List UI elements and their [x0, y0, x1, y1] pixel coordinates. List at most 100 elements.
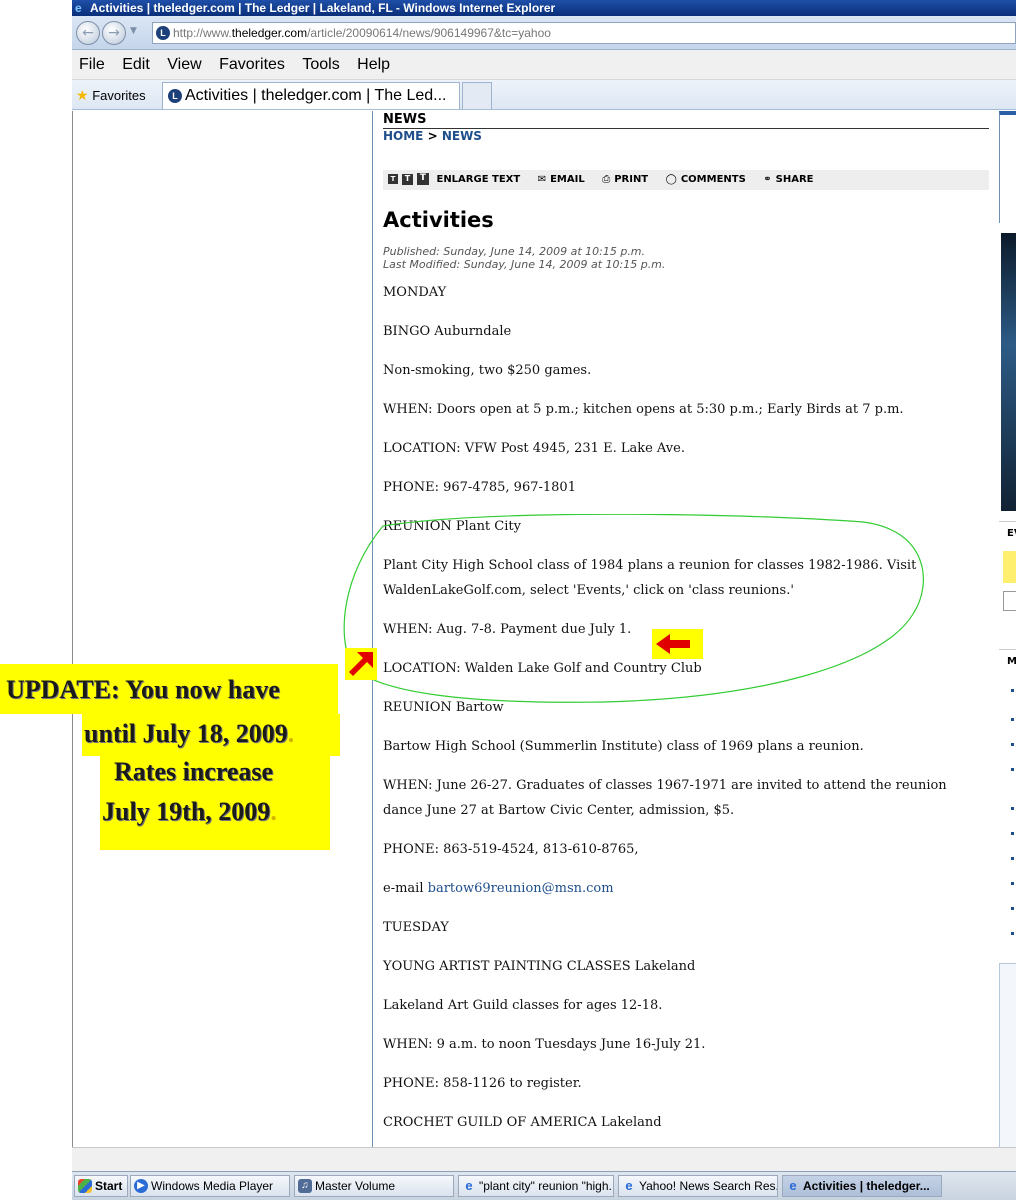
most-list-label: M [1007, 656, 1016, 667]
text-size-medium-button[interactable]: T [402, 173, 413, 185]
list-bullet-icon [1011, 832, 1014, 835]
article-dates: Published: Sunday, June 14, 2009 at 10:1… [383, 245, 989, 271]
url-prefix: http://www. [173, 26, 232, 40]
comments-button[interactable]: ◯ COMMENTS [666, 170, 746, 190]
recent-pages-dropdown-icon[interactable]: ▼ [130, 26, 137, 36]
up-right-arrow-icon [349, 652, 373, 676]
favorites-bar: ★ Favorites L Activities | theledger.com… [72, 80, 1016, 110]
email-button[interactable]: ✉ EMAIL [538, 170, 585, 190]
text-size-small-button[interactable]: T [388, 174, 398, 184]
text-size-large-button[interactable]: T [417, 173, 429, 185]
address-toolbar: ← → ▼ Lhttp://www.theledger.com/article/… [72, 16, 1016, 50]
window-title-bar: e Activities | theledger.com | The Ledge… [72, 0, 1016, 16]
right-sidebar-ad [999, 963, 1016, 1147]
start-button[interactable]: Start [74, 1175, 128, 1197]
back-button[interactable]: ← [76, 21, 100, 45]
volume-icon: ♫ [298, 1179, 312, 1193]
url-path: /article/20090614/news/906149967&tc=yaho… [307, 26, 551, 40]
list-bullet-icon [1011, 718, 1014, 721]
update-line-2: until July 18, 2009. [82, 714, 340, 756]
right-sidebar-box [999, 111, 1016, 223]
body-paragraph: PHONE: 967-4785, 967-1801 [383, 480, 576, 495]
taskbar-item-label: "plant city" reunion "high... [479, 1179, 614, 1193]
email-paragraph: e-mail bartow69reunion@msn.com [383, 876, 983, 901]
modified-date: Last Modified: Sunday, June 14, 2009 at … [383, 258, 666, 271]
update-line-4-text: July 19th, 2009 [102, 797, 271, 826]
update-line-3: Rates increase July 19th, 2009. [100, 756, 330, 850]
breadcrumb: HOME > NEWS [383, 129, 989, 143]
taskbar-item-media-player[interactable]: ▶ Windows Media Player [130, 1175, 290, 1197]
page-content: NEWS HOME > NEWS TTT ENLARGE TEXT ✉ EMAIL… [72, 111, 1016, 1147]
tab-title: Activities | theledger.com | The Led... [185, 87, 447, 104]
body-paragraph: CROCHET GUILD OF AMERICA Lakeland [383, 1115, 662, 1130]
menu-tools[interactable]: Tools [296, 50, 345, 80]
list-bullet-icon [1011, 689, 1014, 692]
printer-icon: ⎙ [602, 174, 611, 185]
breadcrumb-news-link[interactable]: NEWS [442, 129, 482, 143]
share-icon: ⚭ [763, 174, 772, 185]
email-prefix: e-mail [383, 881, 424, 896]
article-title: Activities [383, 208, 494, 232]
ie-icon: e [625, 1178, 633, 1193]
url-domain: theledger.com [231, 26, 308, 40]
events-search-input[interactable] [1003, 591, 1016, 611]
body-paragraph: PHONE: 858-1126 to register. [383, 1076, 582, 1091]
favorites-button[interactable]: ★ Favorites [76, 86, 146, 105]
taskbar-item-label: Activities | theledger... [803, 1179, 930, 1193]
ie-icon: e [465, 1178, 473, 1193]
taskbar-item-yahoo[interactable]: e Yahoo! News Search Res... [618, 1175, 778, 1197]
menu-favorites[interactable]: Favorites [213, 50, 291, 80]
url-input[interactable]: Lhttp://www.theledger.com/article/200906… [152, 22, 1016, 44]
update-line-2-text: until July 18, 2009 [84, 719, 288, 748]
taskbar: Start ▶ Windows Media Player ♫ Master Volu… [72, 1171, 1016, 1200]
share-button[interactable]: ⚭ SHARE [763, 170, 813, 190]
list-bullet-icon [1011, 882, 1014, 885]
menu-help[interactable]: Help [351, 50, 396, 80]
forward-button[interactable]: → [102, 21, 126, 45]
body-paragraph: WHEN: June 26-27. Graduates of classes 1… [383, 778, 947, 818]
email-link[interactable]: bartow69reunion@msn.com [428, 881, 614, 896]
body-paragraph: REUNION Plant City [383, 519, 521, 534]
site-favicon-icon: L [156, 26, 170, 40]
update-line-2-period: . [287, 719, 295, 748]
ie-logo-icon: e [75, 1, 82, 15]
body-paragraph: REUNION Bartow [383, 700, 504, 715]
taskbar-item-label: Yahoo! News Search Res... [639, 1179, 778, 1193]
list-bullet-icon [1011, 857, 1014, 860]
menu-edit[interactable]: Edit [116, 50, 156, 80]
enlarge-text-button[interactable]: ENLARGE TEXT [436, 170, 520, 190]
email-label: EMAIL [550, 174, 585, 185]
status-bar [72, 1147, 1016, 1171]
update-line-1-rest: : You now have [110, 675, 280, 704]
events-widget: EV [999, 521, 1016, 631]
taskbar-item-search[interactable]: e "plant city" reunion "high... [458, 1175, 614, 1197]
breadcrumb-home-link[interactable]: HOME [383, 129, 423, 143]
body-paragraph: WHEN: 9 a.m. to noon Tuesdays June 16-Ju… [383, 1037, 706, 1052]
list-bullet-icon [1011, 932, 1014, 935]
body-paragraph: BINGO Auburndale [383, 324, 512, 339]
update-line-4: July 19th, 2009. [100, 796, 330, 828]
body-paragraph: TUESDAY [383, 920, 449, 935]
section-title: NEWS [383, 112, 989, 129]
list-bullet-icon [1011, 768, 1014, 771]
update-line-1: UPDATE: You now have [0, 664, 338, 714]
new-tab-button[interactable] [462, 82, 492, 109]
start-label: Start [95, 1179, 123, 1193]
share-label: SHARE [775, 174, 814, 185]
taskbar-item-label: Windows Media Player [151, 1179, 274, 1193]
published-date: Published: Sunday, June 14, 2009 at 10:1… [383, 245, 646, 258]
menu-view[interactable]: View [161, 50, 207, 80]
menu-file[interactable]: File [73, 50, 111, 80]
body-paragraph: PHONE: 863-519-4524, 813-610-8765, [383, 842, 639, 857]
print-label: PRINT [614, 174, 649, 185]
taskbar-item-activities[interactable]: e Activities | theledger... [782, 1175, 942, 1197]
body-paragraph: YOUNG ARTIST PAINTING CLASSES Lakeland [383, 959, 696, 974]
tab-activities[interactable]: L Activities | theledger.com | The Led..… [162, 82, 460, 109]
body-paragraph: WHEN: Doors open at 5 p.m.; kitchen open… [383, 402, 904, 417]
taskbar-item-master-volume[interactable]: ♫ Master Volume [294, 1175, 454, 1197]
body-paragraph: MONDAY [383, 285, 447, 300]
print-button[interactable]: ⎙ PRINT [602, 170, 648, 190]
right-sidebar-image [1001, 233, 1016, 511]
taskbar-item-label: Master Volume [315, 1179, 396, 1193]
ie-icon: e [789, 1178, 797, 1193]
